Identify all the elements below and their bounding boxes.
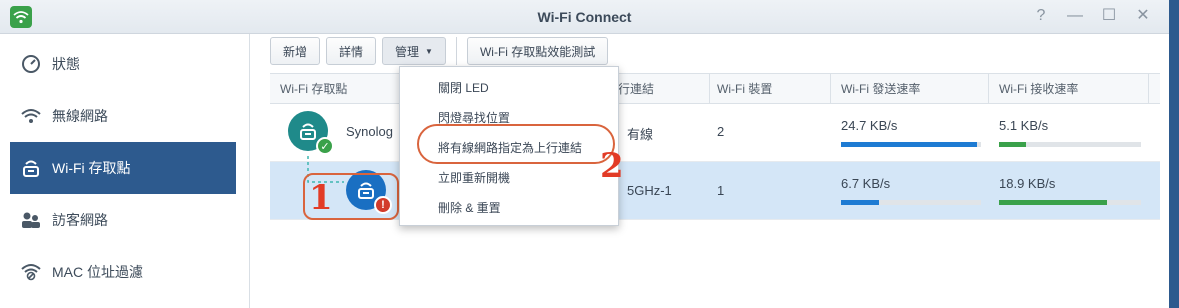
rx-value: 18.9 KB/s — [999, 176, 1056, 191]
close-icon[interactable]: ✕ — [1135, 7, 1151, 25]
ap-name: Synolog — [346, 124, 393, 139]
manage-dropdown-button[interactable]: 管理 ▼ — [382, 37, 446, 65]
col-header-tx[interactable]: Wi-Fi 發送速率 — [831, 74, 989, 104]
tx-value: 6.7 KB/s — [841, 176, 891, 191]
tx-bar — [841, 200, 981, 205]
help-icon[interactable]: ? — [1033, 7, 1049, 25]
tx-value: 24.7 KB/s — [841, 118, 898, 133]
add-button[interactable]: 新增 — [270, 37, 321, 65]
annotation-number-2: 2 — [600, 146, 624, 186]
devices-value: 2 — [717, 124, 725, 139]
maximize-icon[interactable]: ☐ — [1101, 7, 1117, 25]
wifi-icon — [20, 105, 42, 127]
menu-item-turn-off-led[interactable]: 關閉 LED — [438, 79, 489, 96]
window-edge — [1169, 0, 1179, 308]
sidebar-item-label: MAC 位址過濾 — [52, 264, 143, 280]
menu-item-reboot[interactable]: 立即重新開機 — [438, 169, 510, 186]
uplink-value: 有線 — [627, 127, 654, 142]
uplink-value: 5GHz-1 — [627, 183, 672, 198]
window-title: Wi-Fi Connect — [537, 9, 632, 25]
devices-value: 1 — [717, 183, 725, 198]
wifi-connect-window: Wi-Fi Connect ? — ☐ ✕ 狀態 無線網路 Wi-Fi 存取點 — [0, 0, 1179, 308]
title-bar: Wi-Fi Connect ? — ☐ ✕ — [0, 0, 1169, 34]
perf-test-button[interactable]: Wi-Fi 存取點效能測試 — [466, 37, 609, 65]
sidebar-item-mac-filter[interactable]: MAC 位址過濾 — [10, 246, 236, 298]
rx-bar-fill — [999, 200, 1107, 205]
annotation-box-2 — [417, 124, 615, 164]
access-point-icon: ✓ — [288, 111, 334, 155]
annotation-number-1: 1 — [309, 178, 333, 218]
sidebar-item-label: 訪客網路 — [52, 212, 108, 228]
tx-bar-fill — [841, 200, 879, 205]
rx-bar-fill — [999, 142, 1026, 147]
sidebar-item-access-point[interactable]: Wi-Fi 存取點 — [10, 142, 236, 194]
access-point-icon — [20, 157, 42, 179]
status-dial-icon — [20, 53, 42, 75]
details-button[interactable]: 詳情 — [326, 37, 377, 65]
minimize-icon[interactable]: — — [1067, 7, 1083, 25]
caret-down-icon: ▼ — [425, 46, 433, 56]
menu-item-remove-reset[interactable]: 刪除 & 重置 — [438, 199, 501, 216]
sidebar-item-label: Wi-Fi 存取點 — [52, 160, 131, 176]
col-header-devices[interactable]: Wi-Fi 裝置 — [707, 74, 831, 104]
toolbar-divider — [455, 37, 457, 65]
guests-icon — [20, 209, 42, 231]
tx-bar-fill — [841, 142, 977, 147]
sidebar: 狀態 無線網路 Wi-Fi 存取點 訪客網路 MAC 位址過濾 — [0, 34, 250, 308]
col-header-rx[interactable]: Wi-Fi 接收速率 — [989, 74, 1149, 104]
sidebar-item-label: 狀態 — [52, 56, 80, 72]
sidebar-item-label: 無線網路 — [52, 108, 108, 124]
rx-bar — [999, 142, 1141, 147]
sidebar-item-status[interactable]: 狀態 — [10, 38, 236, 90]
sidebar-item-guest[interactable]: 訪客網路 — [10, 194, 236, 246]
tx-bar — [841, 142, 981, 147]
rx-value: 5.1 KB/s — [999, 118, 1049, 133]
wifi-filter-icon — [20, 261, 42, 283]
sidebar-item-wireless[interactable]: 無線網路 — [10, 90, 236, 142]
toolbar: 新增 詳情 管理 ▼ Wi-Fi 存取點效能測試 — [270, 37, 609, 65]
check-icon: ✓ — [316, 137, 334, 155]
manage-label: 管理 — [395, 44, 420, 59]
rx-bar — [999, 200, 1141, 205]
